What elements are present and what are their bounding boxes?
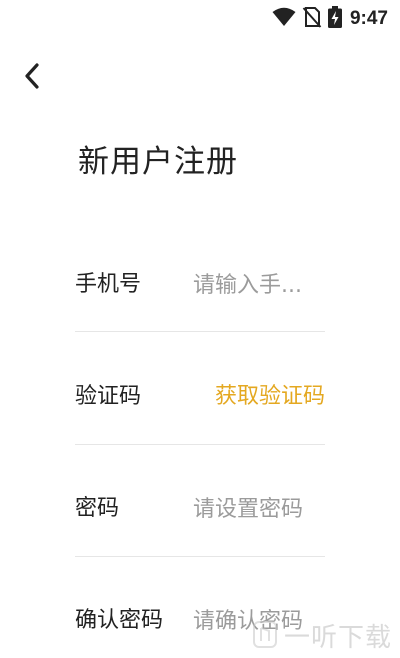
phone-input[interactable] [193, 269, 325, 301]
phone-row: 手机号 [75, 255, 325, 315]
watermark-logo-icon [252, 619, 278, 653]
page-title: 新用户注册 [78, 144, 238, 180]
chevron-left-icon [18, 63, 50, 98]
password-label: 密码 [75, 496, 120, 521]
status-icons: 9:47 [272, 6, 388, 32]
battery-charging-icon [327, 6, 342, 32]
password-input[interactable] [193, 493, 325, 525]
no-sim-icon [302, 6, 322, 32]
divider [75, 444, 325, 445]
divider [75, 331, 325, 332]
get-code-button[interactable]: 获取验证码 [205, 381, 325, 413]
status-bar: 9:47 [0, 0, 400, 36]
phone-label: 手机号 [75, 272, 142, 297]
watermark-text: 一听下载 [283, 623, 392, 653]
confirm-password-label: 确认密码 [75, 608, 164, 633]
code-row: 验证码 获取验证码 [75, 367, 325, 427]
password-row: 密码 [75, 479, 325, 539]
status-time: 9:47 [349, 8, 388, 29]
divider [75, 556, 325, 557]
code-label: 验证码 [75, 384, 142, 409]
watermark: 一听下载 [252, 617, 392, 654]
back-button[interactable] [18, 58, 50, 94]
wifi-icon [272, 7, 296, 31]
